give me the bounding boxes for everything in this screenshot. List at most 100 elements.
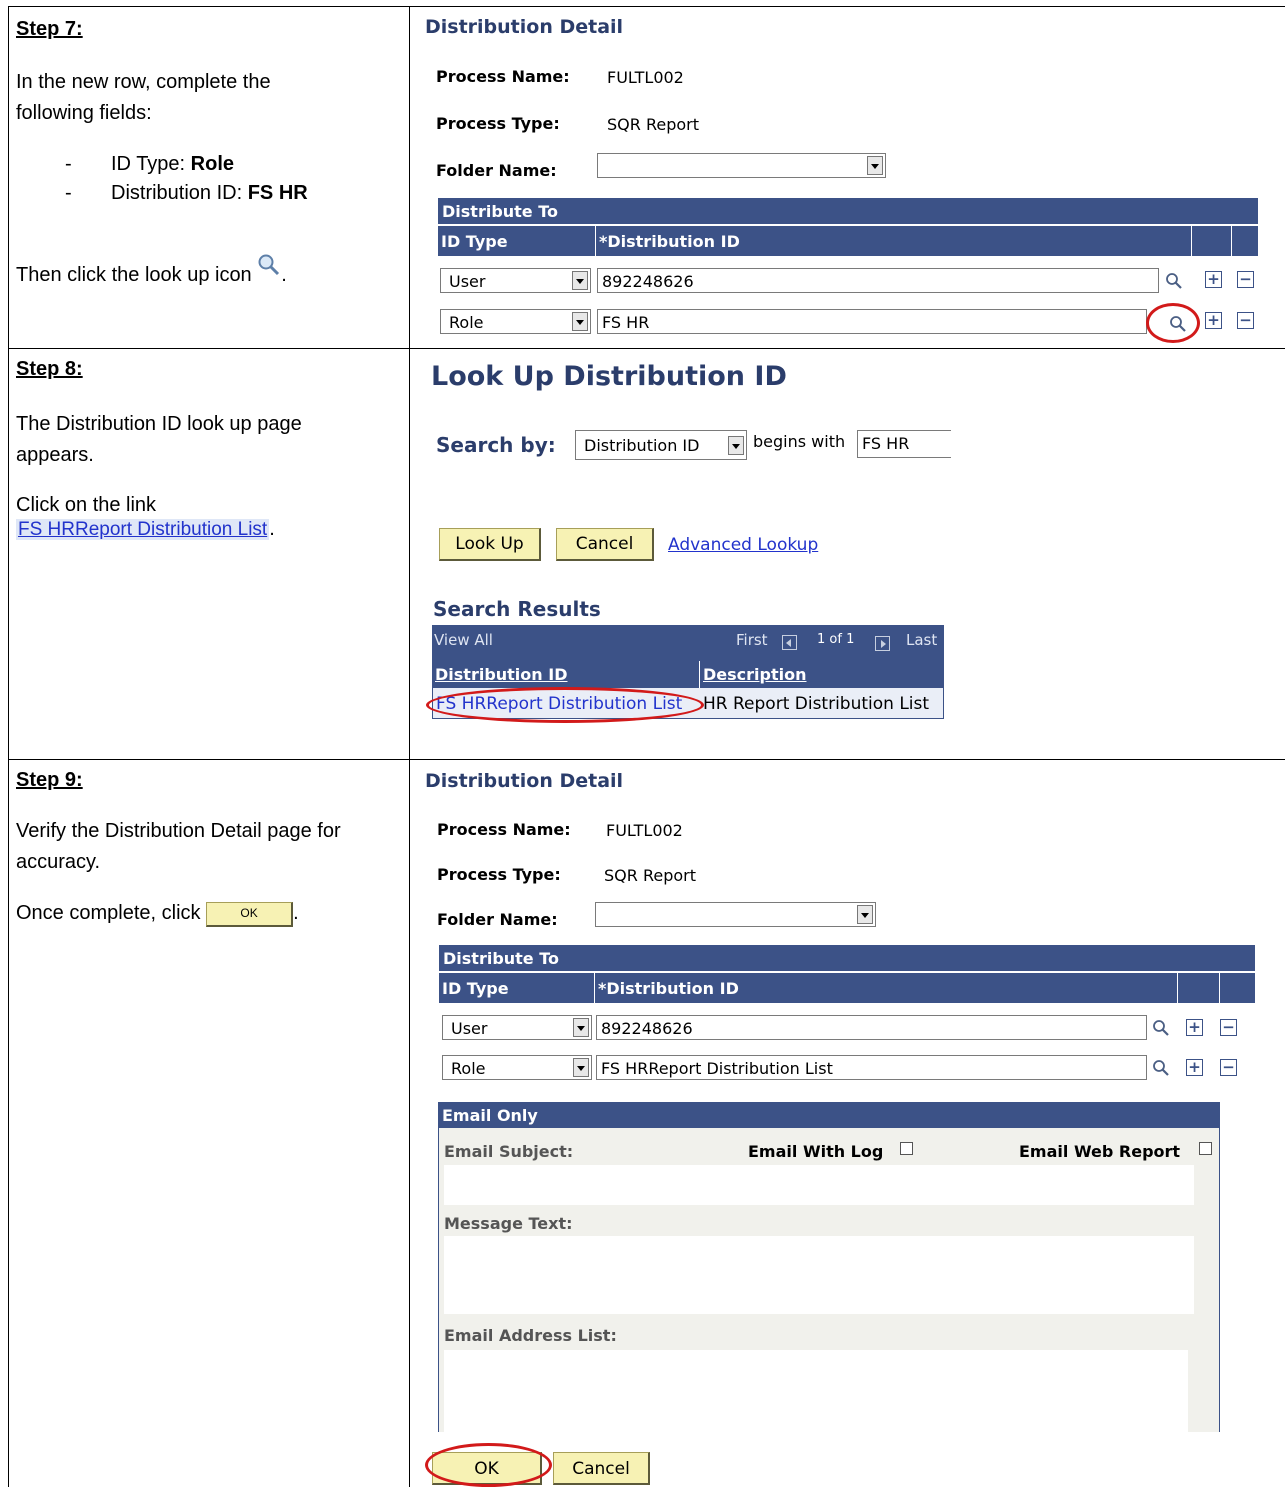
message-text-input[interactable] bbox=[444, 1236, 1194, 1314]
folder-name-select[interactable] bbox=[597, 153, 886, 178]
lookup-icon bbox=[258, 254, 280, 276]
folder-name-label: Folder Name: bbox=[437, 910, 558, 929]
cancel-button[interactable]: Cancel bbox=[556, 528, 654, 561]
email-with-log-checkbox[interactable] bbox=[900, 1142, 913, 1155]
delete-row-icon[interactable]: − bbox=[1220, 1019, 1237, 1036]
page-title: Distribution Detail bbox=[425, 770, 624, 792]
step9-heading: Step 9: bbox=[16, 769, 83, 791]
lookup-icon[interactable] bbox=[1152, 1059, 1170, 1077]
chevron-down-icon bbox=[867, 156, 883, 175]
step9-instructions: Step 9: Verify the Distribution Detail p… bbox=[16, 765, 386, 929]
view-all-link[interactable]: View All bbox=[434, 631, 493, 649]
delete-row-icon[interactable]: − bbox=[1220, 1059, 1237, 1076]
process-type-value: SQR Report bbox=[604, 866, 696, 885]
step8-link-line: FS HRReport Distribution List. bbox=[16, 518, 275, 540]
delete-row-icon[interactable]: − bbox=[1237, 312, 1254, 329]
email-web-report-label: Email Web Report bbox=[1019, 1142, 1181, 1161]
highlight-circle bbox=[426, 687, 704, 723]
step9-intro: Verify the Distribution Detail page for … bbox=[16, 820, 341, 873]
search-by-select[interactable]: Distribution ID bbox=[575, 430, 747, 460]
col-add bbox=[1192, 226, 1232, 256]
lookup-panel: Look Up Distribution ID Search by: Distr… bbox=[410, 349, 1280, 753]
lookup-icon[interactable] bbox=[1165, 272, 1183, 290]
step8-intro: The Distribution ID look up page appears… bbox=[16, 413, 302, 466]
chevron-down-icon bbox=[728, 436, 744, 455]
folder-name-label: Folder Name: bbox=[436, 161, 557, 180]
process-type-label: Process Type: bbox=[436, 114, 560, 133]
add-row-icon[interactable]: + bbox=[1186, 1059, 1203, 1076]
chevron-down-icon bbox=[573, 1058, 589, 1077]
process-name-label: Process Name: bbox=[437, 820, 571, 839]
distribution-detail-panel-1: Distribution Detail Process Name: FULTL0… bbox=[410, 6, 1280, 343]
col-description[interactable]: Description bbox=[700, 661, 943, 688]
message-text-label: Message Text: bbox=[444, 1214, 573, 1233]
highlight-circle bbox=[425, 1443, 552, 1487]
cancel-button[interactable]: Cancel bbox=[553, 1452, 650, 1485]
prev-arrow-icon[interactable] bbox=[782, 635, 797, 650]
step7-bullet-dist-id: - Distribution ID: FS HR bbox=[65, 182, 308, 204]
folder-name-select[interactable] bbox=[595, 902, 876, 927]
distribution-id-input[interactable]: FS HR bbox=[597, 309, 1147, 334]
add-row-icon[interactable]: + bbox=[1186, 1019, 1203, 1036]
distribution-id-input[interactable]: FS HRReport Distribution List bbox=[596, 1055, 1147, 1080]
distribution-detail-panel-2: Distribution Detail Process Name: FULTL0… bbox=[410, 760, 1280, 1487]
step7-then: Then click the look up icon . bbox=[16, 253, 386, 291]
first-label[interactable]: First bbox=[736, 631, 768, 649]
col-delete bbox=[1232, 226, 1258, 256]
step8-click: Click on the link bbox=[16, 494, 157, 516]
delete-row-icon[interactable]: − bbox=[1237, 271, 1254, 288]
id-type-select[interactable]: Role bbox=[442, 1055, 592, 1080]
process-type-label: Process Type: bbox=[437, 865, 561, 884]
chevron-down-icon bbox=[572, 271, 588, 290]
email-only-header: Email Only bbox=[438, 1102, 1220, 1128]
id-type-select[interactable]: User bbox=[442, 1015, 592, 1040]
result-description: HR Report Distribution List bbox=[703, 694, 930, 714]
chevron-down-icon bbox=[857, 905, 873, 924]
col-distribution-id[interactable]: *Distribution ID bbox=[596, 226, 1192, 256]
last-label[interactable]: Last bbox=[906, 631, 937, 649]
process-name-value: FULTL002 bbox=[607, 68, 684, 87]
id-type-select[interactable]: User bbox=[440, 268, 591, 293]
process-type-value: SQR Report bbox=[607, 115, 699, 134]
email-address-list-label: Email Address List: bbox=[444, 1326, 617, 1345]
chevron-down-icon bbox=[572, 312, 588, 331]
distribution-id-input[interactable]: 892248626 bbox=[597, 268, 1159, 293]
chevron-down-icon bbox=[573, 1018, 589, 1037]
step8-instructions: Step 8: The Distribution ID look up page… bbox=[16, 354, 386, 542]
email-subject-input[interactable] bbox=[444, 1165, 1194, 1205]
distribute-to-header: Distribute To bbox=[438, 198, 1258, 224]
lookup-icon[interactable] bbox=[1152, 1019, 1170, 1037]
col-delete bbox=[1220, 973, 1255, 1003]
lookup-button[interactable]: Look Up bbox=[439, 528, 541, 561]
step7-instructions: Step 7: In the new row, complete the fol… bbox=[16, 14, 386, 291]
next-arrow-icon[interactable] bbox=[875, 636, 890, 651]
email-with-log-label: Email With Log bbox=[748, 1142, 884, 1161]
email-web-report-checkbox[interactable] bbox=[1199, 1142, 1212, 1155]
ok-button-image: OK bbox=[206, 902, 294, 927]
page-count: 1 of 1 bbox=[817, 632, 855, 647]
step7-intro: In the new row, complete the following f… bbox=[16, 71, 271, 124]
col-distribution-id[interactable]: *Distribution ID bbox=[595, 973, 1178, 1003]
step7-heading: Step 7: bbox=[16, 18, 83, 40]
id-type-select[interactable]: Role bbox=[440, 309, 591, 334]
search-results-title: Search Results bbox=[433, 597, 601, 621]
col-id-type[interactable]: ID Type bbox=[438, 226, 596, 256]
advanced-lookup-link[interactable]: Advanced Lookup bbox=[668, 535, 818, 555]
search-by-label: Search by: bbox=[436, 433, 556, 457]
add-row-icon[interactable]: + bbox=[1205, 312, 1222, 329]
search-value-input[interactable]: FS HR bbox=[857, 430, 951, 458]
step8-link-image: FS HRReport Distribution List bbox=[16, 519, 270, 540]
email-address-list-input[interactable] bbox=[444, 1350, 1188, 1432]
distribute-to-header: Distribute To bbox=[439, 945, 1255, 971]
page-title: Distribution Detail bbox=[425, 16, 624, 38]
add-row-icon[interactable]: + bbox=[1205, 271, 1222, 288]
email-subject-label: Email Subject: bbox=[444, 1142, 574, 1161]
distribution-id-input[interactable]: 892248626 bbox=[596, 1015, 1147, 1040]
col-distribution-id[interactable]: Distribution ID bbox=[433, 661, 700, 688]
col-id-type[interactable]: ID Type bbox=[439, 973, 595, 1003]
process-name-value: FULTL002 bbox=[606, 821, 683, 840]
lookup-title: Look Up Distribution ID bbox=[431, 361, 787, 392]
begins-with-label: begins with bbox=[753, 432, 846, 451]
step7-bullet-id-type: - ID Type: Role bbox=[65, 153, 235, 175]
process-name-label: Process Name: bbox=[436, 67, 570, 86]
